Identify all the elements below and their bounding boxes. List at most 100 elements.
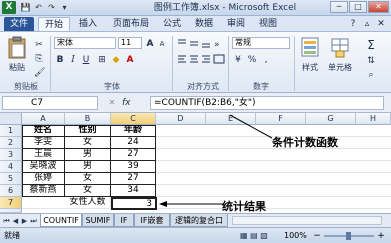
cell-b1[interactable]: 性别	[65, 125, 111, 137]
cell-b6[interactable]: 女	[65, 185, 111, 197]
name-box[interactable]: C7	[2, 96, 98, 110]
sort-filter-icon[interactable]: ⇅	[364, 54, 378, 66]
tab-formulas[interactable]: 公式	[158, 17, 186, 31]
row-header-6[interactable]: 6	[0, 185, 22, 197]
column-header-b[interactable]: B	[65, 113, 111, 125]
insert-function-button[interactable]: fx	[122, 96, 146, 110]
row-header-2[interactable]: 2	[0, 137, 22, 149]
italic-button[interactable]: I	[67, 53, 79, 65]
cut-icon[interactable]: ✂	[33, 38, 45, 50]
formula-input[interactable]: =COUNTIF(B2:B6,"女")	[150, 96, 384, 110]
font-color-icon[interactable]: A	[124, 53, 136, 65]
cell-b3[interactable]: 男	[65, 149, 111, 161]
cell-b7-result-label[interactable]: 女性人数	[65, 197, 111, 209]
cell-b5[interactable]: 女	[65, 173, 111, 185]
maximize-button[interactable]: □	[349, 1, 367, 13]
next-sheet-icon[interactable]: ▶	[20, 216, 29, 226]
column-header-a[interactable]: A	[22, 113, 65, 125]
last-sheet-icon[interactable]: ⏭	[29, 216, 38, 226]
row-header-5[interactable]: 5	[0, 173, 22, 185]
row-header-3[interactable]: 3	[0, 149, 22, 161]
annotation-arrows	[159, 114, 273, 207]
window-title: 图例工作簿.xlsx - Microsoft Excel	[153, 3, 297, 13]
currency-icon[interactable]: ¥	[232, 53, 244, 65]
cell-a4[interactable]: 吴晓波	[22, 161, 65, 173]
cell-a3[interactable]: 王晨	[22, 149, 65, 161]
help-icon[interactable]: ?	[348, 17, 358, 31]
select-all-corner[interactable]	[0, 113, 22, 125]
tab-file[interactable]: 文件	[4, 17, 34, 31]
excel-app-icon[interactable]: X	[2, 1, 16, 14]
minimize-ribbon-icon[interactable]: ▵	[362, 17, 372, 31]
status-bar: 就绪 ▦ ▤ ▧ 100% − +	[0, 227, 391, 243]
title-bar: X 💾 ↶ ↷ ▾ 图例工作簿.xlsx - Microsoft Excel ─…	[0, 0, 391, 16]
cell-b4[interactable]: 男	[65, 161, 111, 173]
copy-icon[interactable]: ⎘	[33, 52, 45, 64]
font-name-combo[interactable]: 宋体	[54, 37, 116, 49]
sheet-tab-logic[interactable]: 逻辑的复合口	[170, 214, 228, 227]
sheet-tab-bar: ⏮ ◀ ▶ ⏭ COUNTIF SUMIF IF IF嵌套 逻辑的复合口	[0, 213, 391, 227]
row-header-4[interactable]: 4	[0, 161, 22, 173]
find-icon[interactable]: ⌕	[364, 68, 378, 80]
font-size-combo[interactable]: 11	[118, 37, 142, 49]
save-icon[interactable]: 💾	[20, 2, 31, 13]
undo-icon[interactable]: ↶	[33, 2, 44, 13]
tab-insert[interactable]: 插入	[74, 17, 102, 31]
cell-a1[interactable]: 姓名	[22, 125, 65, 137]
tab-page-layout[interactable]: 页面布局	[106, 17, 156, 31]
zoom-level[interactable]: 100%	[284, 230, 310, 242]
paste-icon[interactable]	[6, 36, 28, 60]
customize-toolbar-icon[interactable]: ▾	[59, 2, 70, 13]
sheet-tab-sumif[interactable]: SUMIF	[82, 214, 114, 227]
close-button[interactable]: ✕	[368, 1, 389, 13]
underline-button[interactable]: U	[80, 53, 92, 65]
redo-icon[interactable]: ↷	[46, 2, 57, 13]
first-sheet-icon[interactable]: ⏮	[2, 216, 11, 226]
sheet-tab-if-nested[interactable]: IF嵌套	[134, 214, 170, 227]
zoom-out-icon[interactable]: −	[312, 230, 322, 242]
sheet-tab-if[interactable]: IF	[114, 214, 134, 227]
horizontal-align-row	[176, 53, 226, 65]
tab-home[interactable]: 开始	[38, 17, 70, 31]
top-align-row: »	[176, 37, 226, 50]
tab-review[interactable]: 审阅	[222, 17, 250, 31]
border-icon[interactable]: ⊞	[96, 53, 108, 65]
styles-icon[interactable]	[300, 36, 320, 60]
format-painter-icon[interactable]: 🖌	[33, 66, 45, 78]
cells-button[interactable]: 单元格	[324, 62, 356, 73]
grow-font-icon[interactable]: A	[144, 37, 156, 49]
separator	[228, 36, 229, 91]
cell-b2[interactable]: 女	[65, 137, 111, 149]
cell-a6[interactable]: 蔡新燕	[22, 185, 65, 197]
fill-color-icon[interactable]: ◆	[110, 53, 122, 65]
formula-cancel-icon[interactable]: ✕	[104, 96, 120, 110]
comma-icon[interactable]: ,	[260, 53, 272, 65]
zoom-slider-thumb[interactable]	[346, 232, 351, 240]
autosum-icon[interactable]: Σ	[364, 38, 378, 51]
bold-button[interactable]: B	[54, 53, 66, 65]
separator	[50, 36, 51, 91]
clipboard-group-label: 剪贴板	[14, 82, 38, 91]
tab-data[interactable]: 数据	[190, 17, 218, 31]
formula-annotation: 条件计数函数	[272, 136, 338, 149]
minimize-button[interactable]: ─	[330, 1, 348, 13]
number-format-combo[interactable]: 常规	[232, 37, 290, 49]
row-header-1[interactable]: 1	[0, 125, 22, 137]
cell-a5[interactable]: 张婷	[22, 173, 65, 185]
prev-sheet-icon[interactable]: ◀	[11, 216, 20, 226]
styles-button[interactable]: 样式	[296, 62, 324, 73]
row-header-7[interactable]: 7	[0, 197, 22, 209]
percent-icon[interactable]: %	[246, 53, 258, 65]
formula-bar: C7 ✕ fx =COUNTIF(B2:B6,"女")	[0, 93, 391, 113]
sheet-tab-countif[interactable]: COUNTIF	[40, 214, 82, 227]
close-workbook-icon[interactable]: ✕	[376, 17, 386, 31]
view-buttons[interactable]: ▦ ▤ ▧	[240, 230, 280, 242]
shrink-font-icon[interactable]: A	[156, 37, 168, 49]
cells-icon[interactable]	[330, 36, 350, 60]
horizontal-scrollbar[interactable]	[232, 216, 382, 225]
zoom-in-icon[interactable]: +	[376, 230, 386, 242]
tab-view[interactable]: 视图	[254, 17, 282, 31]
paste-button[interactable]: 粘贴	[4, 62, 30, 73]
separator	[294, 36, 295, 91]
cell-a2[interactable]: 李雯	[22, 137, 65, 149]
